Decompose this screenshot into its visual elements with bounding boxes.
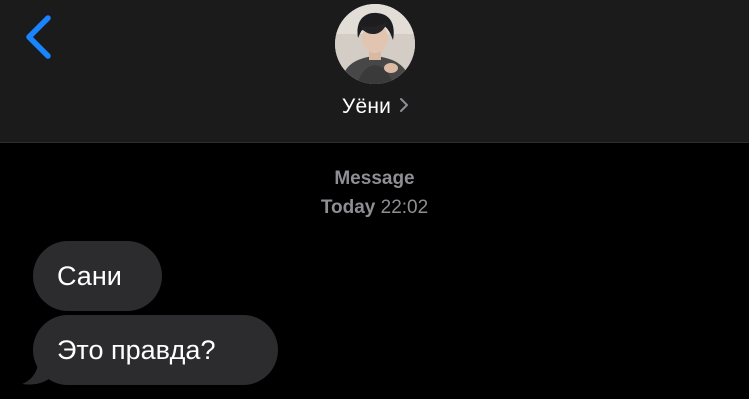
messages-screen: Уёни Message Today 22:02 Сани Это правда… — [0, 0, 749, 399]
timestamp-time: 22:02 — [380, 197, 429, 218]
contact-name: Уёни — [341, 95, 392, 118]
avatar-photo — [335, 4, 415, 84]
chevron-left-icon — [26, 15, 51, 59]
timestamp: Today 22:02 — [0, 197, 749, 219]
contact-name-button[interactable]: Уёни — [0, 92, 749, 122]
service-label: Message — [334, 168, 415, 189]
message-text: Это правда? — [57, 334, 216, 365]
message-bubble[interactable]: Это правда? — [33, 315, 278, 385]
contact-avatar[interactable] — [335, 4, 415, 84]
timestamp-day: Today — [320, 197, 376, 218]
chevron-right-icon — [399, 97, 409, 118]
message-bubble[interactable]: Сани — [33, 241, 162, 311]
back-button[interactable] — [18, 10, 62, 64]
message-text: Сани — [57, 260, 122, 291]
conversation-header: Уёни — [0, 0, 749, 143]
